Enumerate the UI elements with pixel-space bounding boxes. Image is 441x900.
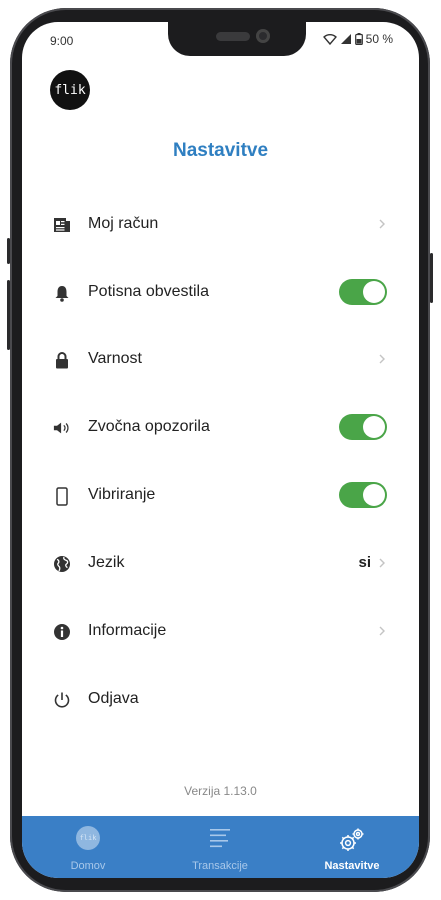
toggle-knob bbox=[363, 484, 385, 506]
settings-item-label: Informacije bbox=[88, 622, 167, 639]
tab-transactions[interactable]: Transakcije bbox=[154, 816, 286, 878]
gears-icon bbox=[337, 826, 367, 859]
flik-mini-logo: flik bbox=[76, 826, 100, 850]
tab-label: Transakcije bbox=[192, 860, 248, 872]
list-lines-icon bbox=[208, 826, 232, 853]
flik-logo: flik bbox=[50, 70, 90, 110]
battery-percent: 50 % bbox=[365, 32, 393, 46]
chevron-right-icon bbox=[379, 626, 385, 636]
status-icons: 50 % bbox=[322, 32, 393, 46]
tab-home[interactable]: flik Domov bbox=[22, 816, 154, 878]
settings-item-label: Moj račun bbox=[88, 215, 159, 232]
signal-icon bbox=[340, 34, 351, 44]
settings-item-label: Zvočna opozorila bbox=[88, 418, 210, 435]
settings-item-language[interactable]: Jezik si bbox=[22, 541, 419, 585]
lock-icon bbox=[53, 351, 71, 369]
phone-power-button bbox=[430, 253, 433, 303]
bell-icon bbox=[53, 284, 71, 302]
language-value: si bbox=[358, 554, 371, 571]
sound-alerts-toggle[interactable] bbox=[339, 414, 387, 440]
toggle-knob bbox=[363, 281, 385, 303]
camera-notch bbox=[168, 22, 306, 56]
chevron-right-icon bbox=[379, 219, 385, 229]
front-camera bbox=[256, 29, 270, 43]
phone-outline-icon bbox=[53, 486, 71, 506]
chevron-right-icon bbox=[379, 558, 385, 568]
settings-item-information[interactable]: Informacije bbox=[22, 609, 419, 653]
tab-label: Nastavitve bbox=[324, 860, 380, 872]
settings-item-label: Potisna obvestila bbox=[88, 283, 209, 300]
settings-item-security[interactable]: Varnost bbox=[22, 337, 419, 381]
bottom-tab-bar: flik Domov Transakcije Nastavitve bbox=[22, 816, 419, 878]
status-time: 9:00 bbox=[50, 34, 74, 48]
page-title: Nastavitve bbox=[172, 140, 269, 161]
settings-item-sound-alerts: Zvočna opozorila bbox=[22, 405, 419, 449]
phone-volume-button bbox=[7, 280, 10, 350]
tab-label: Domov bbox=[70, 860, 106, 872]
phone-side-button bbox=[7, 238, 10, 264]
toggle-knob bbox=[363, 416, 385, 438]
newspaper-icon bbox=[53, 216, 71, 234]
vibration-toggle[interactable] bbox=[339, 482, 387, 508]
settings-item-label: Vibriranje bbox=[88, 486, 156, 503]
settings-item-push-notifications: Potisna obvestila bbox=[22, 270, 419, 314]
logout-button[interactable]: Odjava bbox=[22, 677, 419, 721]
app-screen: 9:00 50 % flik Nastavitve Moj račun Poti… bbox=[22, 22, 419, 878]
flik-logo-icon: flik bbox=[76, 826, 100, 850]
settings-item-vibration: Vibriranje bbox=[22, 473, 419, 517]
speaker-icon bbox=[53, 419, 71, 437]
settings-item-account[interactable]: Moj račun bbox=[22, 202, 419, 246]
earpiece-speaker bbox=[216, 32, 250, 41]
power-icon bbox=[53, 691, 71, 709]
info-icon bbox=[53, 623, 71, 641]
tab-settings[interactable]: Nastavitve bbox=[286, 816, 418, 878]
battery-icon bbox=[354, 33, 363, 45]
settings-item-label: Jezik bbox=[88, 554, 125, 571]
push-notifications-toggle[interactable] bbox=[339, 279, 387, 305]
chevron-right-icon bbox=[379, 354, 385, 364]
settings-item-label: Odjava bbox=[88, 690, 139, 707]
app-version: Verzija 1.13.0 bbox=[184, 784, 257, 798]
settings-item-label: Varnost bbox=[88, 350, 142, 367]
globe-icon bbox=[53, 555, 71, 573]
wifi-icon bbox=[322, 34, 337, 45]
